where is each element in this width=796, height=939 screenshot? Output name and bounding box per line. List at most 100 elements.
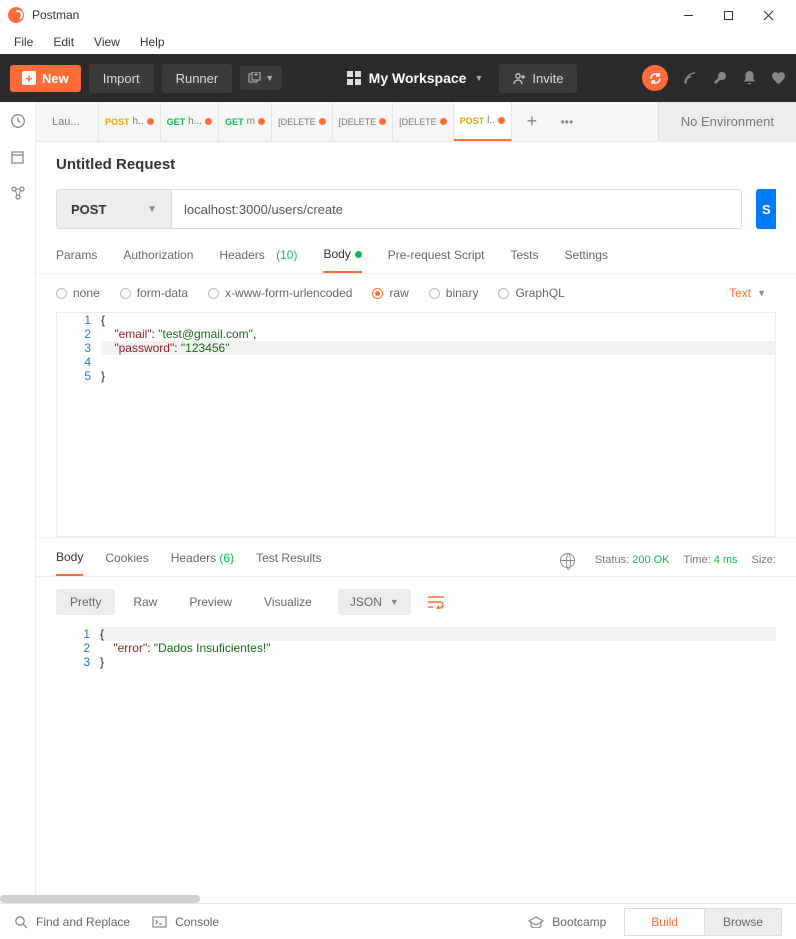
horizontal-scrollbar[interactable] (0, 895, 200, 903)
close-button[interactable] (748, 0, 788, 30)
collections-icon[interactable] (9, 148, 27, 166)
send-button[interactable]: S (756, 189, 776, 229)
request-tabs-bar: Lau... POSTh.. GETh... GETm [DELETE [DEL… (36, 102, 796, 142)
window-title: Postman (32, 8, 79, 22)
heart-icon[interactable] (771, 71, 786, 85)
unsaved-dot-icon (147, 118, 154, 125)
tab-params[interactable]: Params (56, 247, 97, 273)
menu-view[interactable]: View (84, 33, 130, 51)
tab-options-button[interactable]: ••• (552, 102, 582, 141)
resp-tab-cookies[interactable]: Cookies (105, 551, 148, 575)
bootcamp-button[interactable]: Bootcamp (528, 915, 606, 929)
unsaved-dot-icon (205, 118, 212, 125)
wrench-icon[interactable] (712, 70, 728, 86)
request-sub-tabs: Params Authorization Headers (10) Body P… (36, 237, 796, 274)
chevron-down-icon: ▼ (757, 288, 766, 298)
environment-selector[interactable]: No Environment (658, 102, 796, 141)
window-titlebar: Postman (0, 0, 796, 30)
chevron-down-icon: ▼ (474, 73, 483, 83)
request-title[interactable]: Untitled Request (36, 142, 796, 181)
tab-headers[interactable]: Headers (10) (219, 247, 297, 273)
tab-request[interactable]: GETh... (161, 102, 219, 141)
menu-help[interactable]: Help (130, 33, 175, 51)
tab-request[interactable]: [DELETE (272, 102, 333, 141)
sync-button[interactable] (642, 65, 668, 91)
console-button[interactable]: Console (152, 915, 219, 929)
radio-graphql[interactable]: GraphQL (498, 286, 564, 300)
unsaved-dot-icon (379, 118, 386, 125)
tab-request[interactable]: [DELETE (333, 102, 394, 141)
minimize-button[interactable] (668, 0, 708, 30)
maximize-button[interactable] (708, 0, 748, 30)
bootcamp-icon (528, 916, 544, 928)
response-tabs: Body Cookies Headers (6) Test Results St… (36, 537, 796, 577)
response-view-toolbar: Pretty Raw Preview Visualize JSON▼ (36, 577, 796, 627)
sync-icon (648, 71, 663, 86)
chevron-down-icon: ▼ (390, 597, 399, 607)
resp-tab-tests[interactable]: Test Results (256, 551, 321, 575)
invite-button[interactable]: Invite (499, 64, 577, 93)
new-button-label: New (42, 71, 69, 86)
wrap-lines-icon[interactable] (427, 595, 445, 609)
tab-settings[interactable]: Settings (565, 247, 608, 273)
globe-icon[interactable] (560, 553, 575, 568)
import-button[interactable]: Import (89, 64, 154, 93)
tab-authorization[interactable]: Authorization (123, 247, 193, 273)
unsaved-dot-icon (440, 118, 447, 125)
tab-launchpad[interactable]: Lau... (46, 102, 99, 141)
method-value: POST (71, 202, 106, 217)
url-input[interactable] (172, 189, 742, 229)
radio-urlencoded[interactable]: x-www-form-urlencoded (208, 286, 352, 300)
apis-icon[interactable] (9, 184, 27, 202)
tab-request-active[interactable]: POSTl.. (454, 102, 512, 141)
response-body-viewer[interactable]: 1{ 2 "error": "Dados Insuficientes!" 3} (56, 627, 776, 827)
tab-prerequest[interactable]: Pre-request Script (388, 247, 485, 273)
workspace-name: My Workspace (369, 70, 467, 86)
size-label: Size: (752, 554, 776, 566)
menu-edit[interactable]: Edit (43, 33, 84, 51)
new-button[interactable]: + New (10, 65, 81, 92)
view-pretty[interactable]: Pretty (56, 589, 115, 615)
status-bar: Find and Replace Console Bootcamp Build … (0, 903, 796, 939)
request-body-editor[interactable]: 1{ 2 "email": "test@gmail.com", 3 "passw… (56, 312, 776, 537)
postman-logo-icon (8, 7, 24, 23)
browse-button[interactable]: Browse (705, 908, 782, 936)
radio-none[interactable]: none (56, 286, 100, 300)
plus-icon: + (22, 71, 36, 85)
menu-file[interactable]: File (4, 33, 43, 51)
body-type-radios: none form-data x-www-form-urlencoded raw… (36, 274, 796, 312)
unsaved-dot-icon (319, 118, 326, 125)
status-label: Status: 200 OK (595, 554, 670, 566)
bell-icon[interactable] (742, 70, 757, 86)
method-selector[interactable]: POST ▼ (56, 189, 172, 229)
runner-button[interactable]: Runner (162, 64, 233, 93)
workspace-selector[interactable]: My Workspace ▼ (337, 64, 494, 92)
find-replace-button[interactable]: Find and Replace (14, 915, 130, 929)
new-window-button[interactable]: ▼ (240, 66, 282, 90)
main-toolbar: + New Import Runner ▼ My Workspace ▼ Inv… (0, 54, 796, 102)
workspace-grid-icon (347, 71, 361, 85)
response-format-selector[interactable]: JSON▼ (338, 589, 411, 615)
history-icon[interactable] (9, 112, 27, 130)
build-button[interactable]: Build (624, 908, 705, 936)
resp-tab-headers[interactable]: Headers (6) (171, 551, 234, 575)
new-tab-button[interactable]: + (512, 102, 552, 141)
radio-formdata[interactable]: form-data (120, 286, 188, 300)
view-visualize[interactable]: Visualize (250, 589, 326, 615)
tab-request[interactable]: GETm (219, 102, 272, 141)
invite-label: Invite (532, 71, 563, 86)
radio-binary[interactable]: binary (429, 286, 479, 300)
tab-body[interactable]: Body (323, 247, 361, 273)
view-preview[interactable]: Preview (175, 589, 246, 615)
person-plus-icon (513, 72, 526, 85)
tab-request[interactable]: POSTh.. (99, 102, 161, 141)
tab-tests[interactable]: Tests (511, 247, 539, 273)
tab-request[interactable]: [DELETE (393, 102, 454, 141)
resp-tab-body[interactable]: Body (56, 550, 83, 576)
unsaved-dot-icon (498, 117, 505, 124)
menu-bar: File Edit View Help (0, 30, 796, 54)
radio-raw[interactable]: raw (372, 286, 408, 300)
view-raw[interactable]: Raw (119, 589, 171, 615)
satellite-icon[interactable] (682, 70, 698, 86)
raw-type-selector[interactable]: Text▼ (729, 286, 776, 300)
